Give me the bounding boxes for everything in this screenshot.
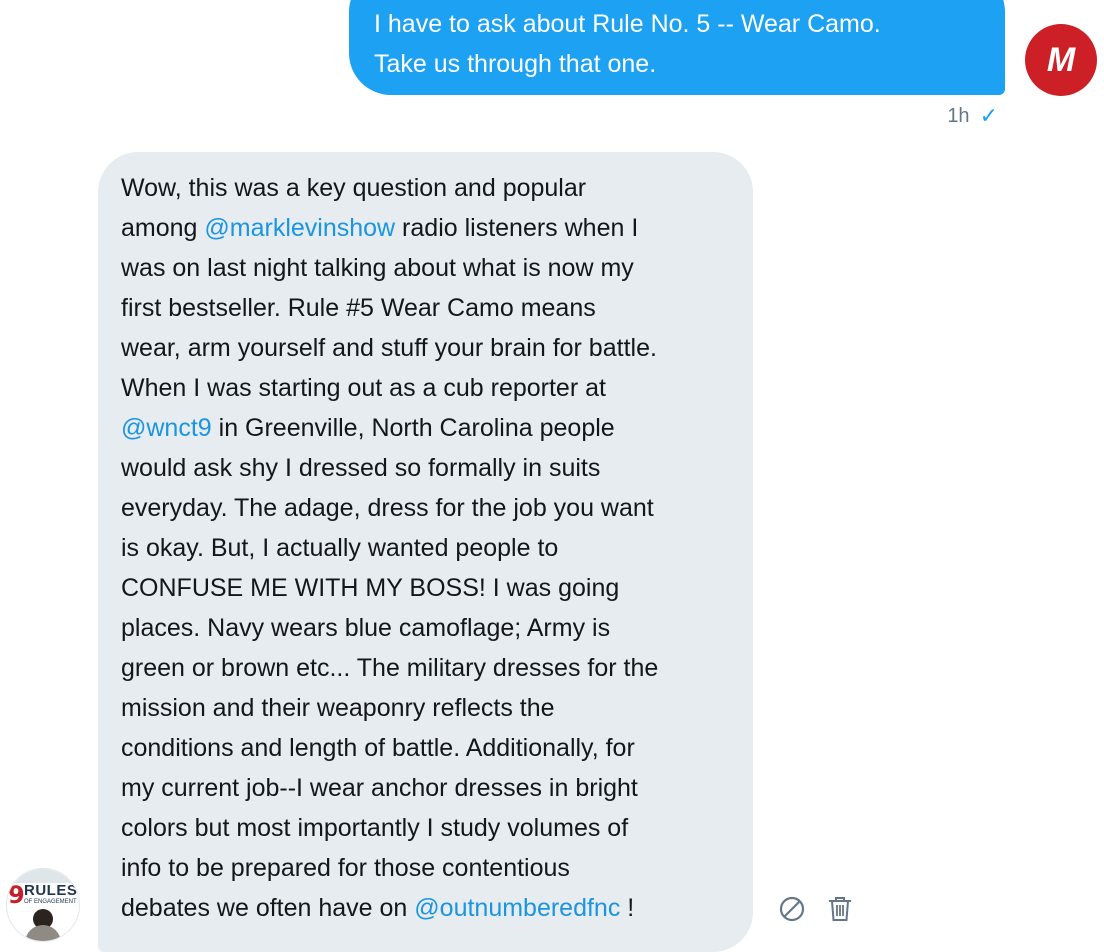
sent-message-line: I have to ask about Rule No. 5 -- Wear C…: [374, 10, 881, 38]
received-message-bubble: Wow, this was a key question and popular…: [98, 152, 753, 952]
avatar-subtitle: OF ENGAGEMENT: [24, 899, 77, 905]
message-line: CONFUSE ME WITH MY BOSS! I was going: [121, 574, 620, 602]
message-line: colors but most importantly I study volu…: [121, 814, 629, 842]
message-line: When I was starting out as a cub reporte…: [121, 374, 606, 402]
message-line: among @marklevinshow radio listeners whe…: [121, 208, 733, 248]
message-line: green or brown etc... The military dress…: [121, 654, 659, 682]
message-line: info to be prepared for those contentiou…: [121, 854, 570, 882]
message-line: debates we often have on @outnumberedfnc…: [121, 888, 733, 928]
message-line: first bestseller. Rule #5 Wear Camo mean…: [121, 294, 596, 322]
message-line: places. Navy wears blue camoflage; Army …: [121, 614, 611, 642]
message-text: !: [620, 894, 635, 922]
message-line: everyday. The adage, dress for the job y…: [121, 494, 654, 522]
avatar-word: RULES: [24, 882, 78, 899]
block-icon[interactable]: [778, 895, 806, 923]
avatar-person-body: [25, 925, 61, 941]
message-line: wear, arm yourself and stuff your brain …: [121, 334, 657, 362]
trash-icon[interactable]: [826, 895, 854, 923]
sender-avatar[interactable]: M: [1025, 24, 1097, 96]
message-line: @wnct9 in Greenville, North Carolina peo…: [121, 408, 733, 448]
mention-link[interactable]: @outnumberedfnc: [414, 894, 620, 922]
message-line: my current job--I wear anchor dresses in…: [121, 774, 638, 802]
avatar-number: 9: [8, 881, 25, 909]
recipient-avatar[interactable]: 9 RULES OF ENGAGEMENT: [6, 868, 80, 942]
block-icon-graphic: [779, 896, 805, 922]
message-text: debates we often have on: [121, 894, 415, 922]
message-text: radio listeners when I: [395, 214, 639, 242]
sent-message-line: Take us through that one.: [374, 50, 657, 78]
mention-link[interactable]: @wnct9: [121, 414, 212, 442]
trash-icon-graphic: [829, 897, 851, 921]
message-line: would ask shy I dressed so formally in s…: [121, 454, 601, 482]
sent-message-bubble: I have to ask about Rule No. 5 -- Wear C…: [349, 0, 1005, 95]
mention-link[interactable]: @marklevinshow: [204, 214, 395, 242]
message-line: mission and their weaponry reflects the: [121, 694, 555, 722]
avatar-letter: M: [1046, 40, 1076, 79]
message-line: Wow, this was a key question and popular: [121, 174, 587, 202]
message-line: conditions and length of battle. Additio…: [121, 734, 635, 762]
check-icon: ✓: [979, 103, 998, 128]
message-line: is okay. But, I actually wanted people t…: [121, 534, 559, 562]
message-text: among: [121, 214, 205, 242]
message-timestamp: 1h: [947, 104, 970, 127]
message-meta: 1h ✓: [947, 103, 998, 129]
message-text: in Greenville, North Carolina people: [211, 414, 615, 442]
message-line: was on last night talking about what is …: [121, 254, 634, 282]
